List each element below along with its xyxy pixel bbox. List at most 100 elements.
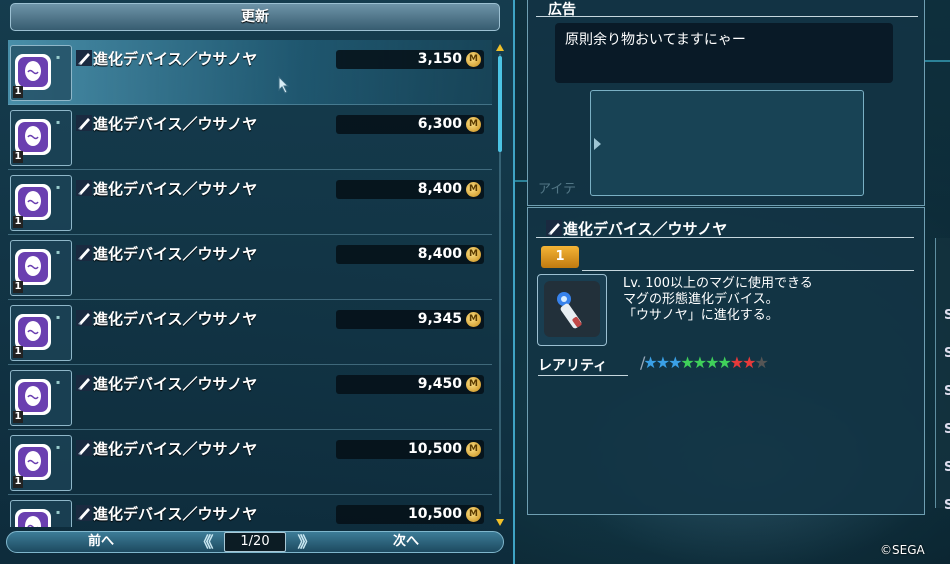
price-box: 3,150 M <box>336 50 484 69</box>
list-item[interactable]: 1 ▪ 進化デバイス／ウサノヤ 3,150 M <box>8 40 492 105</box>
list-scrollbar[interactable] <box>496 44 504 526</box>
item-count: 1 <box>13 346 23 358</box>
page-next-arrows-icon[interactable]: 》》 <box>297 532 314 552</box>
description-line: マグの形態進化デバイス。 <box>623 292 779 307</box>
meseta-coin-icon: M <box>466 442 481 457</box>
next-page-button[interactable]: 次へ <box>366 531 446 553</box>
ad-message: 原則余り物おいてますにゃー <box>565 32 746 48</box>
detail-title: 進化デバイス／ウサノヤ <box>563 220 728 238</box>
item-count: 1 <box>13 281 23 293</box>
item-name: 進化デバイス／ウサノヤ <box>93 310 258 328</box>
item-description: Lv. 100以上のマグに使用できる マグの形態進化デバイス。 「ウサノヤ」に進… <box>623 276 813 324</box>
edge-letter: S <box>944 346 950 361</box>
side-panel-edge: S S S S S S <box>935 238 950 513</box>
background-line <box>925 60 950 62</box>
thumb-tag-icon: ▪ <box>56 379 61 386</box>
price-box: 10,500 M <box>336 505 484 524</box>
thumb-tag-icon: ▪ <box>56 249 61 256</box>
item-detail-panel: 進化デバイス／ウサノヤ 1 Lv. 100以上のマグに使用できる マグの形態進化… <box>527 207 925 515</box>
refresh-button[interactable]: 更新 <box>10 3 500 31</box>
level-tab-badge[interactable]: 1 <box>541 246 579 268</box>
thumb-tag-icon: ▪ <box>56 54 61 61</box>
prev-page-button[interactable]: 前へ <box>66 531 136 553</box>
mag-device-icon <box>15 444 51 480</box>
rarity-star-icon: ★ <box>668 353 682 372</box>
scroll-up-arrow-icon[interactable] <box>496 44 504 51</box>
item-price: 9,450 <box>417 376 462 392</box>
page-indicator: 《《 1/20 》》 <box>194 532 316 552</box>
item-thumbnail: 1 ▪ <box>10 500 72 527</box>
detail-title-bar: 進化デバイス／ウサノヤ <box>536 218 914 238</box>
device-item-icon <box>76 375 92 391</box>
mag-device-icon <box>15 184 51 220</box>
thumb-tag-icon: ▪ <box>56 314 61 321</box>
list-item[interactable]: 1 ▪ 進化デバイス／ウサノヤ 8,400 M <box>8 170 492 235</box>
rarity-star-icon: ★ <box>680 353 694 372</box>
thumb-tag-icon: ▪ <box>56 119 61 126</box>
price-box: 8,400 M <box>336 245 484 264</box>
meseta-coin-icon: M <box>466 182 481 197</box>
rarity-star-icon: ★ <box>717 353 731 372</box>
item-name: 進化デバイス／ウサノヤ <box>93 50 258 68</box>
ad-message-box: 原則余り物おいてますにゃー <box>555 23 893 83</box>
page-prev-arrows-icon[interactable]: 《《 <box>196 532 213 552</box>
item-name: 進化デバイス／ウサノヤ <box>93 245 258 263</box>
list-item[interactable]: 1 ▪ 進化デバイス／ウサノヤ 8,400 M <box>8 235 492 300</box>
page-number: 1/20 <box>224 532 286 552</box>
edge-letter: S <box>944 422 950 437</box>
edge-letter: S <box>944 460 950 475</box>
item-price: 6,300 <box>417 116 462 132</box>
list-item[interactable]: 1 ▪ 進化デバイス／ウサノヤ 10,500 M <box>8 495 492 527</box>
ad-preview-frame <box>590 90 864 196</box>
play-triangle-icon <box>594 138 601 150</box>
item-thumbnail: 1 ▪ <box>10 240 72 296</box>
list-item[interactable]: 1 ▪ 進化デバイス／ウサノヤ 9,450 M <box>8 365 492 430</box>
item-price: 9,345 <box>417 311 462 327</box>
item-name: 進化デバイス／ウサノヤ <box>93 180 258 198</box>
device-item-icon <box>546 220 562 236</box>
item-name: 進化デバイス／ウサノヤ <box>93 375 258 393</box>
scroll-down-arrow-icon[interactable] <box>496 519 504 526</box>
ad-ghost-text: アイテ <box>538 182 577 197</box>
mag-device-icon <box>15 509 51 527</box>
device-item-icon <box>76 440 92 456</box>
item-count: 1 <box>13 86 23 98</box>
item-thumbnail: 1 ▪ <box>10 110 72 166</box>
mag-device-icon <box>15 249 51 285</box>
meseta-coin-icon: M <box>466 247 481 262</box>
thumb-tag-icon: ▪ <box>56 184 61 191</box>
mag-device-icon <box>15 314 51 350</box>
device-item-icon <box>76 505 92 521</box>
item-thumbnail: 1 ▪ <box>10 45 72 101</box>
item-name: 進化デバイス／ウサノヤ <box>93 505 258 523</box>
edge-letter: S <box>944 498 950 513</box>
list-item[interactable]: 1 ▪ 進化デバイス／ウサノヤ 6,300 M <box>8 105 492 170</box>
item-price: 10,500 <box>407 441 462 457</box>
item-count: 1 <box>13 151 23 163</box>
evolution-device-icon <box>544 281 600 337</box>
rarity-star-icon: ★ <box>729 353 744 372</box>
edge-letter: S <box>944 308 950 323</box>
list-item[interactable]: 1 ▪ 進化デバイス／ウサノヤ 9,345 M <box>8 300 492 365</box>
item-price: 8,400 <box>417 246 462 262</box>
rarity-star-icon: ★ <box>742 353 756 372</box>
device-item-icon <box>76 115 92 131</box>
item-thumbnail: 1 ▪ <box>10 175 72 231</box>
description-line: 「ウサノヤ」に進化する。 <box>623 308 779 323</box>
ad-title-bar: 広告 <box>536 0 918 18</box>
list-item[interactable]: 1 ▪ 進化デバイス／ウサノヤ 10,500 M <box>8 430 492 495</box>
item-price: 3,150 <box>417 51 462 67</box>
rarity-underline <box>538 375 628 376</box>
device-item-icon <box>76 180 92 196</box>
pager: 前へ 《《 1/20 》》 次へ <box>6 531 504 553</box>
item-name: 進化デバイス／ウサノヤ <box>93 440 258 458</box>
detail-item-thumbnail <box>537 274 607 346</box>
rarity-star-icon: ★ <box>754 353 768 372</box>
price-box: 9,450 M <box>336 375 484 394</box>
item-count: 1 <box>13 476 23 488</box>
item-name: 進化デバイス／ウサノヤ <box>93 115 258 133</box>
device-item-icon <box>76 245 92 261</box>
rarity-stars: /★★★★★★★★★★ <box>640 353 769 372</box>
background-line <box>515 180 527 182</box>
scroll-thumb[interactable] <box>498 56 502 152</box>
